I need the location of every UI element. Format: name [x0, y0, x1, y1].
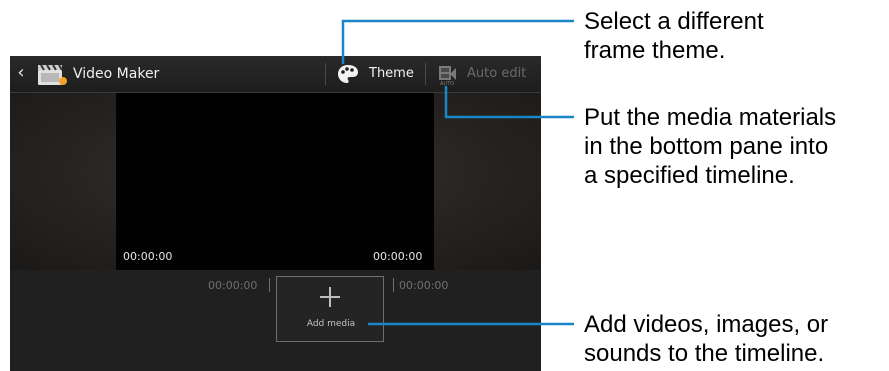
auto-edit-leader-line [444, 86, 574, 119]
callout-auto-edit-line-1: Put the media materials [584, 104, 837, 131]
callout-add-media-line-2: sounds to the timeline. [584, 340, 825, 367]
callout-auto-edit-line-2: in the bottom pane into [584, 133, 829, 160]
callout-theme-line-1: Select a different [584, 8, 764, 35]
callout-add-media: Add videos, images, or sounds to the tim… [584, 310, 828, 368]
callout-theme-line-2: frame theme. [584, 37, 726, 64]
callout-add-media-line-1: Add videos, images, or [584, 311, 829, 338]
callout-auto-edit: Put the media materials in the bottom pa… [584, 103, 836, 190]
callout-theme: Select a different frame theme. [584, 7, 764, 65]
theme-leader-line [341, 19, 574, 64]
callout-auto-edit-line-3: a specified timeline. [584, 162, 795, 189]
